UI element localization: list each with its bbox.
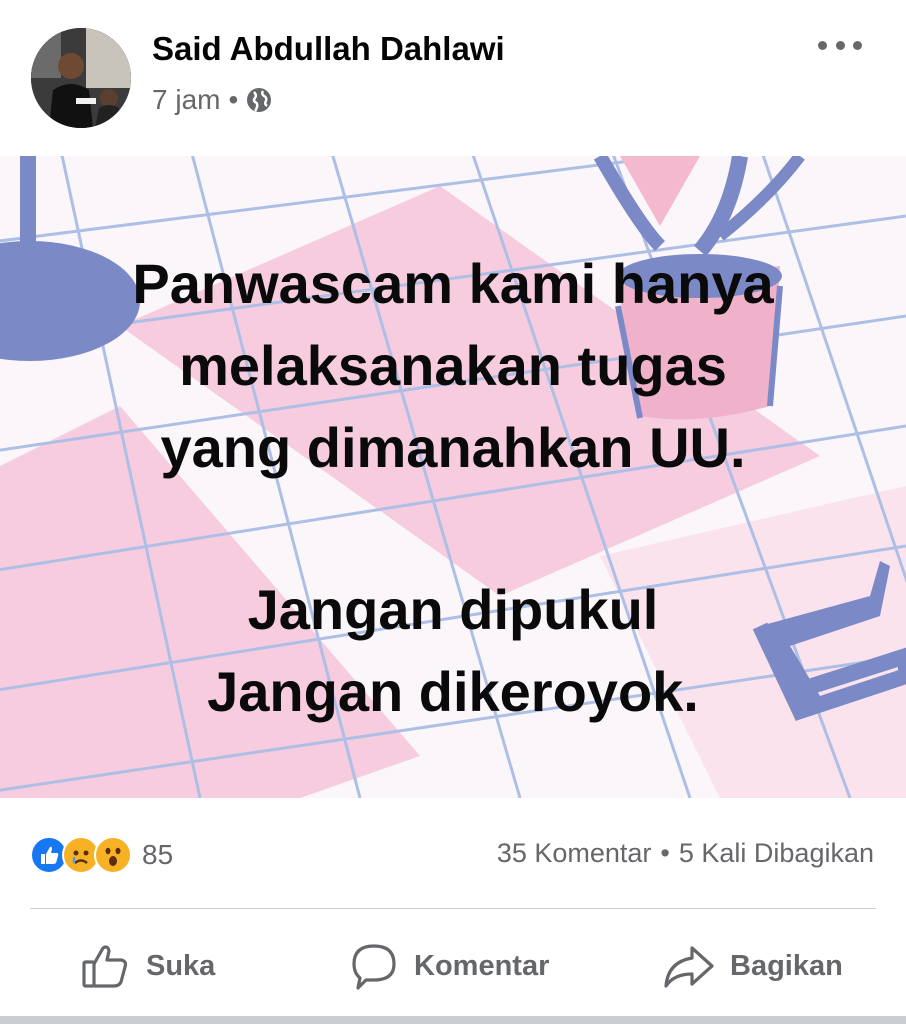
comment-label: Komentar <box>414 949 550 982</box>
avatar-photo <box>31 28 131 128</box>
author-name[interactable]: Said Abdullah Dahlawi <box>152 30 505 68</box>
comment-button[interactable]: Komentar <box>348 938 549 994</box>
image-caption: Panwascam kami hanya melaksanakan tugas … <box>0 156 906 798</box>
share-count[interactable]: 5 Kali Dibagikan <box>679 838 874 869</box>
avatar[interactable] <box>31 28 131 128</box>
caption-line: melaksanakan tugas <box>179 334 727 397</box>
post-time[interactable]: 7 jam <box>152 84 220 116</box>
caption-line: Jangan dipukul <box>247 578 659 641</box>
post-image[interactable]: Panwascam kami hanya melaksanakan tugas … <box>0 156 906 798</box>
like-button[interactable]: Suka <box>80 938 215 994</box>
reaction-count: 85 <box>142 839 174 870</box>
bottom-separator <box>0 1016 906 1024</box>
post-meta: 7 jam • <box>152 84 272 116</box>
post-stats: 85 35 Komentar • 5 Kali Dibagikan <box>0 828 906 880</box>
share-arrow-icon <box>664 946 714 988</box>
wow-icon <box>94 836 132 874</box>
engagement-counts: 35 Komentar • 5 Kali Dibagikan <box>497 838 874 869</box>
caption-line: Panwascam kami hanya <box>132 252 774 315</box>
reaction-summary[interactable]: 85 <box>30 834 173 876</box>
divider <box>30 908 876 909</box>
post-header: Said Abdullah Dahlawi 7 jam • <box>0 0 906 150</box>
comment-count[interactable]: 35 Komentar <box>497 838 652 869</box>
thumbs-up-icon <box>82 945 128 988</box>
share-label: Bagikan <box>730 949 843 982</box>
meta-separator: • <box>228 84 239 115</box>
comment-icon <box>352 944 396 990</box>
caption-line: Jangan dikeroyok. <box>207 660 699 723</box>
share-button[interactable]: Bagikan <box>662 938 843 994</box>
counts-separator: • <box>660 838 670 868</box>
more-options-icon[interactable] <box>812 26 868 64</box>
globe-icon <box>247 88 272 112</box>
like-label: Suka <box>146 949 216 982</box>
post-actions: Suka Komentar Bagikan <box>0 930 906 1000</box>
caption-line: yang dimanahkan UU. <box>160 416 746 479</box>
